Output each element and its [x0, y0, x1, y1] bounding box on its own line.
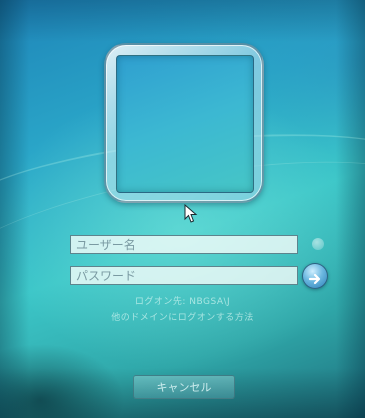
cancel-button[interactable]: キャンセル: [133, 375, 235, 399]
username-field[interactable]: [70, 235, 298, 254]
user-picture-frame: [104, 43, 264, 203]
caps-lock-indicator: [312, 238, 324, 250]
logon-domain-text: ログオン先: NBGSA\J: [134, 297, 231, 307]
mouse-pointer-icon: [184, 204, 198, 223]
arrow-right-icon: [308, 273, 321, 284]
logon-screen: ログオン先: NBGSA\J 他のドメインにログオンする方法 キャンセル: [0, 0, 365, 418]
submit-button[interactable]: [302, 263, 328, 289]
other-domain-link[interactable]: 他のドメインにログオンする方法: [50, 310, 315, 323]
password-field[interactable]: [70, 266, 298, 285]
user-picture: [116, 55, 254, 193]
